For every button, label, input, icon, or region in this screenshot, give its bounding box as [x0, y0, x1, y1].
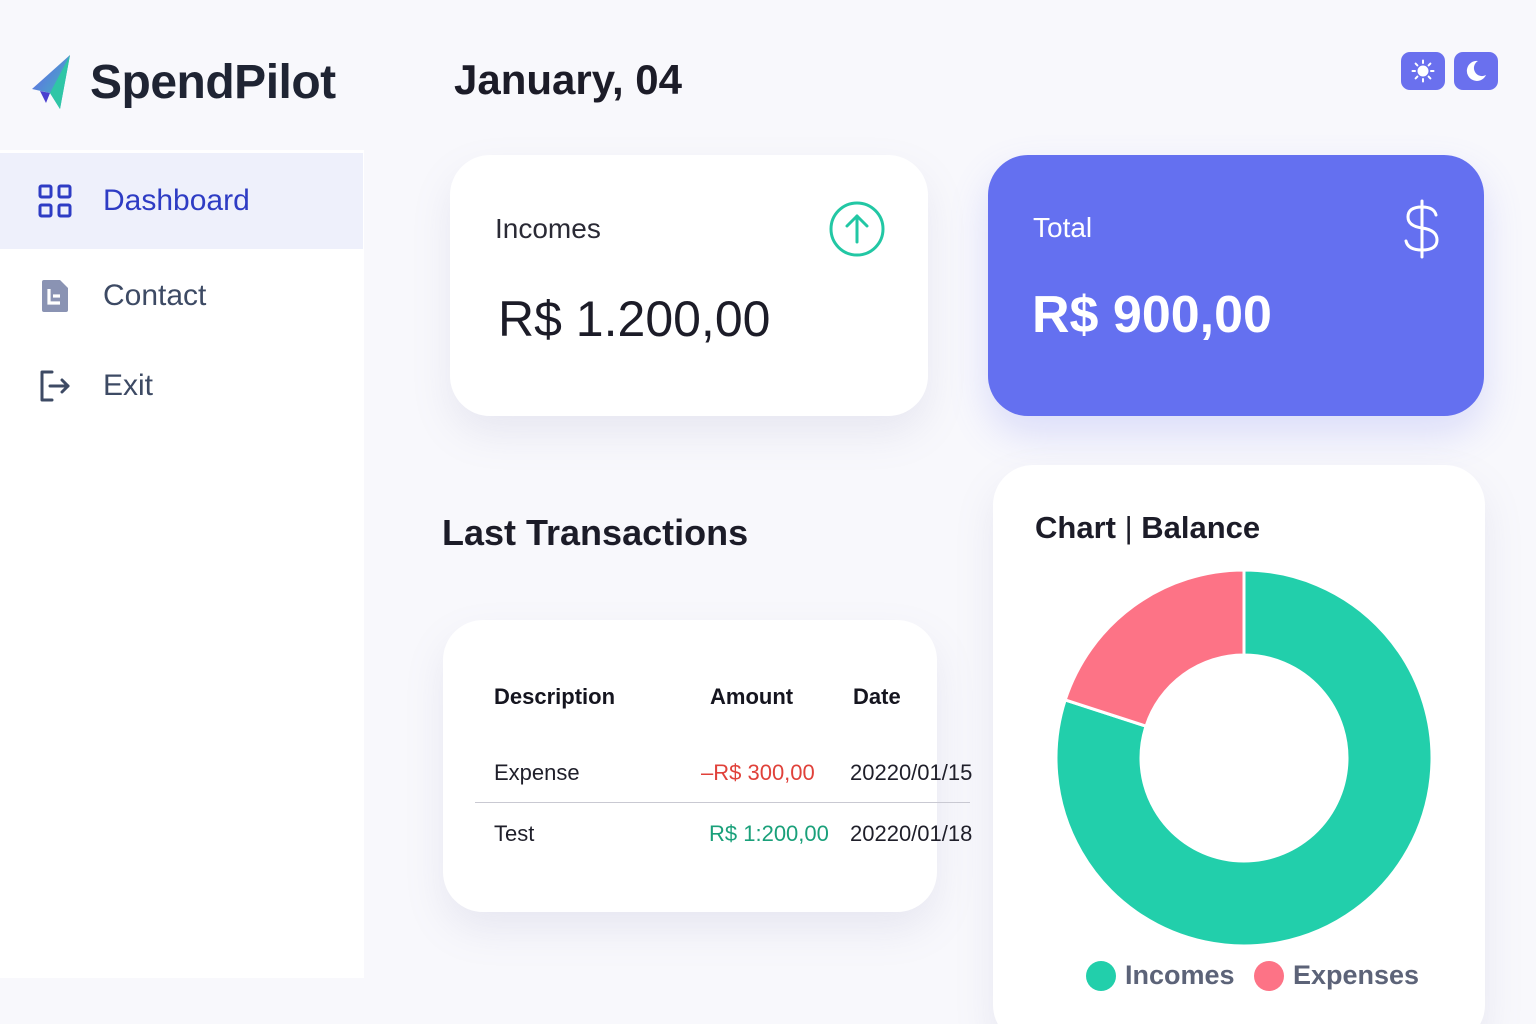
legend-item-incomes: Incomes	[1086, 960, 1235, 991]
sidebar-item-dashboard[interactable]: Dashboard	[0, 153, 363, 249]
dark-theme-button[interactable]	[1454, 52, 1498, 90]
table-row-divider	[475, 802, 970, 803]
moon-icon	[1466, 60, 1486, 81]
paper-plane-logo-icon	[32, 55, 70, 109]
table-row-amount: R$ 1:200,00	[709, 821, 829, 846]
incomes-label: Incomes	[495, 213, 601, 244]
balance-donut-chart	[1054, 568, 1434, 948]
chart-title-separator: |	[1124, 510, 1133, 545]
sidebar-item-label: Dashboard	[103, 184, 250, 217]
arrow-up-circle-icon	[829, 201, 885, 257]
light-theme-button[interactable]	[1401, 52, 1445, 90]
chart-title-sub: Balance	[1141, 510, 1261, 545]
incomes-card: Incomes R$ 1.200,00	[450, 155, 928, 416]
table-row-date: 20220/01/15	[850, 760, 973, 785]
table-row-amount: –R$ 300,00	[701, 760, 815, 785]
dollar-icon	[1404, 199, 1439, 259]
table-row-description: Test	[494, 821, 535, 846]
column-header-date: Date	[853, 684, 901, 709]
column-header-amount: Amount	[710, 684, 794, 709]
sidebar-item-label: Contact	[103, 279, 207, 312]
legend-label: Incomes	[1125, 960, 1235, 990]
table-row-description: Expense	[494, 760, 580, 785]
legend-item-expenses: Expenses	[1254, 960, 1419, 991]
chart-title: Chart | Balance	[1035, 510, 1260, 546]
expenses-slice	[1063, 568, 1246, 729]
page-title-date: January, 04	[454, 56, 683, 103]
grid-icon	[38, 184, 72, 218]
last-transactions-title: Last Transactions	[442, 512, 749, 553]
total-card: Total R$ 900,00	[988, 155, 1484, 416]
chart-title-main: Chart	[1035, 510, 1116, 545]
total-value: R$ 900,00	[1032, 286, 1272, 344]
column-header-description: Description	[494, 684, 616, 709]
incomes-value: R$ 1.200,00	[498, 291, 771, 347]
document-icon	[38, 279, 72, 313]
app-name: SpendPilot	[90, 55, 336, 109]
sidebar-item-contact[interactable]: Contact	[0, 248, 363, 344]
sidebar-item-label: Exit	[103, 369, 154, 402]
table-row-date: 20220/01/18	[850, 821, 973, 846]
legend-label: Expenses	[1293, 960, 1420, 990]
total-label: Total	[1033, 212, 1093, 243]
app-logo[interactable]: SpendPilot	[30, 50, 336, 114]
logout-icon	[38, 369, 72, 403]
sidebar-item-exit[interactable]: Exit	[0, 338, 363, 434]
sun-icon	[1411, 59, 1435, 83]
incomes-legend-dot	[1086, 960, 1116, 991]
expenses-legend-dot	[1254, 960, 1284, 991]
sidebar	[0, 0, 364, 978]
